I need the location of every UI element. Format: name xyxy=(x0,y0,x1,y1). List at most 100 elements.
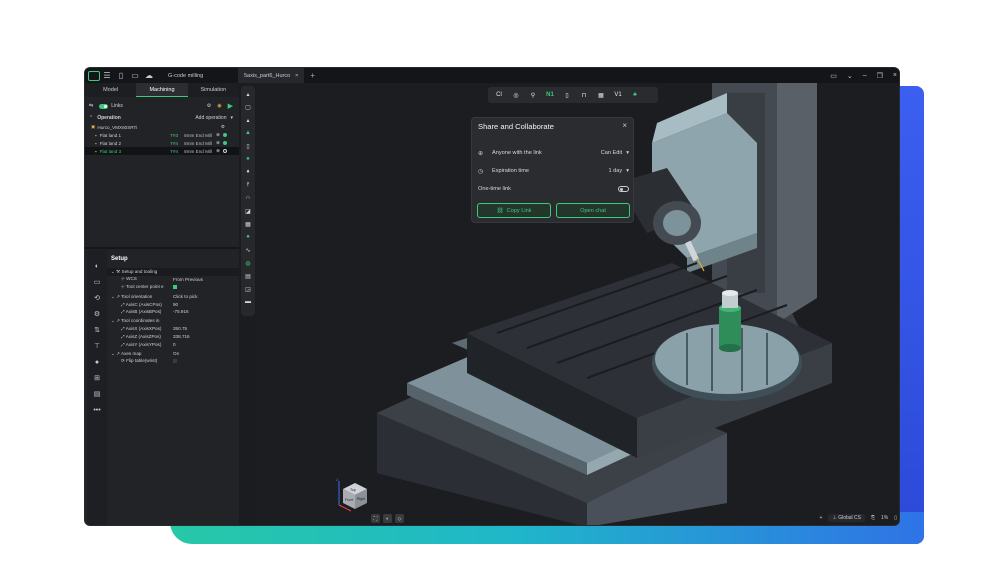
property-row[interactable]: ⤢ AxisZ (AxisZPos) 338.716 xyxy=(107,333,239,341)
target-icon[interactable]: ⊕ xyxy=(216,132,220,138)
3d-viewport[interactable]: Cl ◎ ⚲ N1 ▯ ⊓ ▦ V1 ♣ Share and Collabora… xyxy=(257,83,899,525)
stock-icon[interactable]: ▭ xyxy=(92,276,102,288)
links-toggle[interactable] xyxy=(99,103,109,109)
v1-button[interactable]: V1 xyxy=(611,89,625,101)
property-value[interactable]: 0 xyxy=(173,342,176,347)
operation-row-3[interactable]: ▪ Flat land 3 T#4 8mm End Mill ⊕ xyxy=(85,147,239,155)
tool-icon[interactable]: ▲ xyxy=(243,128,253,138)
curve-icon[interactable]: ∿ xyxy=(243,245,253,255)
hamburger-icon[interactable]: ☰ xyxy=(100,68,114,83)
close-icon[interactable]: × xyxy=(622,121,627,130)
grid-icon[interactable]: ▦ xyxy=(594,89,608,101)
operation-row-1[interactable]: ▪ Flat land 1 T#3 8mm End Mill ⊕ xyxy=(85,131,239,139)
cl-button[interactable]: Cl xyxy=(492,89,506,101)
machine-icon[interactable]: ◲ xyxy=(243,284,253,294)
property-row[interactable]: ⤢ AxisB (AxisBPos) -75.916 xyxy=(107,308,239,316)
property-row[interactable]: ⊹ Tool center point e xyxy=(107,283,239,291)
new-file-icon[interactable]: ▯ xyxy=(114,68,128,83)
info-icon[interactable]: ● xyxy=(92,356,102,368)
simulate-icon[interactable]: ◉ xyxy=(217,103,221,109)
app-logo-icon[interactable] xyxy=(88,70,100,81)
collapse-icon[interactable]: ⌃ xyxy=(89,115,93,121)
page-icon[interactable]: ▯ xyxy=(243,141,253,151)
property-row[interactable]: ⊹ WCS From Previous xyxy=(107,276,239,284)
magnet-icon[interactable]: ∩ xyxy=(243,193,253,203)
fixture-icon[interactable]: ⊞ xyxy=(92,372,102,384)
close-icon[interactable]: × xyxy=(893,72,897,79)
property-value[interactable]: 350.75 xyxy=(173,326,187,331)
clamp-icon[interactable]: ◪ xyxy=(243,206,253,216)
property-row[interactable]: ⤢ AxisX (AxisXPos) 350.75 xyxy=(107,325,239,333)
operation-row-2[interactable]: ▪ Flat land 2 T#4 8mm End Mill ⊕ xyxy=(85,139,239,147)
setup-icon[interactable]: ◐ xyxy=(92,260,102,272)
tab-simulation[interactable]: Simulation xyxy=(188,83,239,97)
restore-icon[interactable]: ❐ xyxy=(877,72,883,80)
settings-icon[interactable]: ⚙ xyxy=(221,124,225,130)
property-row[interactable]: ⤢ AxisC (AxisCPos) 90 xyxy=(107,300,239,308)
view-cube-graphic[interactable]: Z Top Front Right xyxy=(335,475,369,513)
sheet-icon[interactable]: ▬ xyxy=(243,297,253,307)
simulate-icon[interactable]: ◎ xyxy=(509,89,523,101)
page-icon[interactable]: ▯ xyxy=(560,89,574,101)
property-row[interactable]: ⌄ ↗ Tool coordinates in xyxy=(107,318,239,326)
property-row[interactable]: ⌄ ↗ Axes map On xyxy=(107,350,239,358)
more-icon[interactable]: ••• xyxy=(92,404,102,416)
gear-icon[interactable]: ⚙ xyxy=(92,308,102,320)
pin-icon[interactable]: ⫯ xyxy=(243,180,253,190)
access-select[interactable]: Can Edit ▾ xyxy=(601,150,629,156)
fixture-icon[interactable]: ▴ xyxy=(243,115,253,125)
expiration-select[interactable]: 1 day ▾ xyxy=(609,168,630,174)
tab-close-icon[interactable]: × xyxy=(295,73,298,79)
property-value[interactable]: -75.916 xyxy=(173,309,189,314)
panel-divider[interactable] xyxy=(85,247,239,249)
property-value[interactable]: 90 xyxy=(173,302,178,307)
wireframe-view-icon[interactable]: ◇ xyxy=(395,514,404,523)
property-row[interactable]: ⌄ ⚒ Setup and tooling xyxy=(107,268,239,276)
property-row[interactable]: ⟳ Flip table(wrist) xyxy=(107,358,239,366)
gear-icon[interactable]: ⚙ xyxy=(207,103,211,109)
property-value[interactable]: Click to pick xyxy=(173,294,198,299)
grid-icon[interactable]: ▦ xyxy=(243,219,253,229)
new-tab-button[interactable]: + xyxy=(310,71,315,80)
fixture-icon[interactable]: ⊓ xyxy=(577,89,591,101)
cloud-icon[interactable]: ☁ xyxy=(142,68,156,83)
checkbox[interactable] xyxy=(173,284,177,289)
machine-icon[interactable]: ▤ xyxy=(92,388,102,400)
layers-icon[interactable]: ▤ xyxy=(243,271,253,281)
property-row[interactable]: ⌄ ↗ Tool orientation Click to pick xyxy=(107,293,239,301)
one-time-toggle[interactable] xyxy=(618,186,629,192)
add-operation-button[interactable]: Add operation xyxy=(195,115,226,121)
property-value[interactable]: On xyxy=(173,351,179,356)
pin-icon[interactable]: ⚲ xyxy=(526,89,540,101)
file-tab[interactable]: 5axis_part6_Hurco × xyxy=(238,68,305,83)
property-value[interactable]: From Previous xyxy=(173,277,203,282)
view-cube[interactable]: Z Top Front Right xyxy=(335,475,369,513)
property-value[interactable]: 338.716 xyxy=(173,334,190,339)
property-row[interactable]: ⤢ AxisY (AxisYPos) 0 xyxy=(107,340,239,348)
chat-icon[interactable]: ▭ xyxy=(830,72,837,80)
checkbox[interactable] xyxy=(173,359,177,364)
axis-icon[interactable]: ⇅ xyxy=(92,324,102,336)
fit-view-icon[interactable]: ⛶ xyxy=(371,514,380,523)
tab-model[interactable]: Model xyxy=(85,83,136,97)
path-icon[interactable]: ⟲ xyxy=(92,292,102,304)
play-icon[interactable]: ▶ xyxy=(228,102,233,110)
surface-icon[interactable]: ◍ xyxy=(243,258,253,268)
chevron-down-icon[interactable]: ▾ xyxy=(230,115,233,121)
chevron-down-icon[interactable]: ⌄ xyxy=(847,72,853,80)
resize-handle-icon[interactable]: ▯ xyxy=(894,515,897,521)
drill-icon[interactable]: ♠ xyxy=(243,154,253,164)
target-icon[interactable]: ⊕ xyxy=(216,140,220,146)
add-icon[interactable]: + xyxy=(820,515,823,521)
tool-icon[interactable]: ⊤ xyxy=(92,340,102,352)
collapse-icon[interactable]: ▴ xyxy=(243,89,253,99)
minimize-icon[interactable]: – xyxy=(863,72,867,79)
machine-row[interactable]: ▣ Hurco_VMX60SRTi ⚙ xyxy=(85,123,239,131)
folder-icon[interactable]: ▭ xyxy=(128,68,142,83)
open-chat-button[interactable]: Open chat xyxy=(556,203,630,218)
shaded-view-icon[interactable]: ◐ xyxy=(383,514,392,523)
probe-icon[interactable]: ♦ xyxy=(243,167,253,177)
tab-machining[interactable]: Machining xyxy=(136,83,188,97)
target-icon[interactable]: ⊕ xyxy=(216,148,220,154)
copy-link-button[interactable]: ⛓ Copy Link xyxy=(477,203,551,218)
